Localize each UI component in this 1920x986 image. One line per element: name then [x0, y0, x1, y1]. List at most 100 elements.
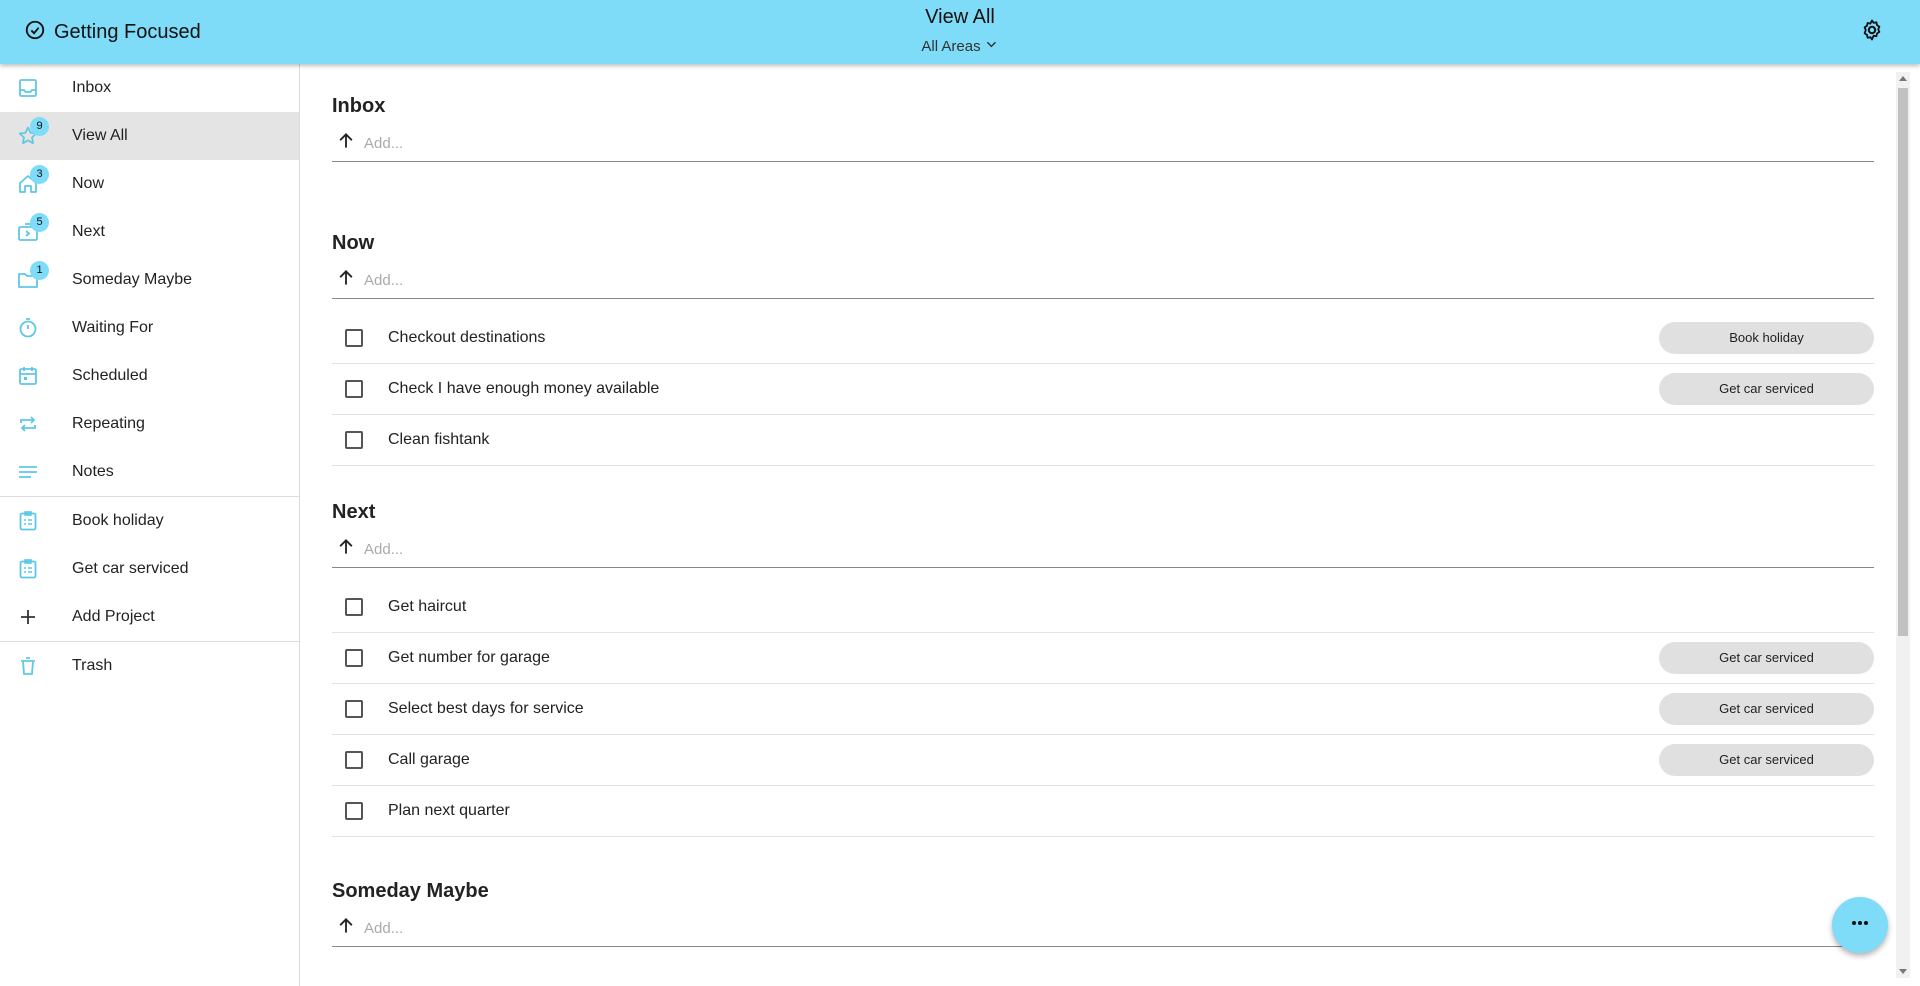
sidebar-item-now[interactable]: 3 Now — [0, 160, 299, 208]
task-label[interactable]: Call garage — [388, 751, 470, 769]
area-select[interactable]: All Areas — [921, 37, 998, 55]
task-row: Select best days for service Get car ser… — [332, 684, 1874, 735]
area-select-value: All Areas — [921, 37, 981, 55]
inbox-icon — [16, 76, 40, 100]
sidebar-item-trash[interactable]: Trash — [0, 642, 299, 690]
task-label[interactable]: Plan next quarter — [388, 802, 510, 820]
page-title: View All — [925, 6, 995, 28]
arrow-up-icon[interactable] — [332, 916, 356, 941]
scroll-down-arrow[interactable] — [1899, 969, 1907, 974]
project-chip[interactable]: Get car serviced — [1659, 642, 1874, 674]
sidebar-item-label: Get car serviced — [72, 560, 189, 577]
sidebar-item-label: Book holiday — [72, 512, 164, 529]
section-inbox: Inbox — [332, 86, 1874, 162]
task-row: Clean fishtank — [332, 415, 1874, 466]
add-task-input[interactable] — [364, 541, 1764, 558]
arrow-up-icon[interactable] — [332, 268, 356, 293]
task-checkbox[interactable] — [345, 649, 363, 667]
project-chip[interactable]: Book holiday — [1659, 322, 1874, 354]
plus-icon — [16, 605, 40, 629]
count-badge: 3 — [30, 165, 49, 184]
add-task-input[interactable] — [364, 920, 1764, 937]
sidebar-item-label: Repeating — [72, 415, 145, 432]
sidebar-item-label: Waiting For — [72, 319, 154, 336]
task-checkbox[interactable] — [345, 329, 363, 347]
add-task-row — [332, 263, 1874, 299]
add-task-row — [332, 911, 1874, 947]
sidebar-item-project-book-holiday[interactable]: Book holiday — [0, 497, 299, 545]
sidebar-item-label: Now — [72, 175, 105, 192]
sidebar-item-label: Someday Maybe — [72, 271, 193, 288]
sidebar-item-label: Trash — [72, 657, 113, 674]
section-title: Now — [332, 232, 375, 254]
notes-icon — [16, 460, 40, 484]
sidebar-item-label: Add Project — [72, 608, 155, 625]
project-chip[interactable]: Get car serviced — [1659, 744, 1874, 776]
clipboard-icon — [16, 509, 40, 533]
task-checkbox[interactable] — [345, 751, 363, 769]
task-label[interactable]: Checkout destinations — [388, 329, 545, 347]
task-label[interactable]: Select best days for service — [388, 700, 584, 718]
sidebar-item-someday-maybe[interactable]: 1 Someday Maybe — [0, 256, 299, 304]
clipboard-icon — [16, 557, 40, 581]
timer-icon — [16, 316, 40, 340]
sidebar-item-label: Next — [72, 223, 105, 240]
add-task-input[interactable] — [364, 135, 1764, 152]
scroll-up-arrow[interactable] — [1899, 76, 1907, 81]
arrow-up-icon[interactable] — [332, 131, 356, 156]
task-label[interactable]: Get haircut — [388, 598, 466, 616]
count-badge: 5 — [30, 213, 49, 232]
sidebar-item-notes[interactable]: Notes — [0, 448, 299, 496]
sidebar-item-label: View All — [72, 127, 128, 144]
task-list: Checkout destinations Book holiday Check… — [332, 313, 1874, 466]
repeat-icon — [16, 412, 40, 436]
sidebar: Inbox 9 View All 3 Now 5 Next 1 Someday … — [0, 64, 300, 986]
task-checkbox[interactable] — [345, 380, 363, 398]
task-checkbox[interactable] — [345, 802, 363, 820]
chevron-down-icon — [985, 37, 999, 55]
main-scrollbar[interactable] — [1896, 72, 1910, 978]
task-label[interactable]: Get number for garage — [388, 649, 550, 667]
scroll-thumb[interactable] — [1898, 88, 1908, 636]
add-task-row — [332, 532, 1874, 568]
more-actions-button[interactable] — [1832, 897, 1888, 953]
task-row: Check I have enough money available Get … — [332, 364, 1874, 415]
sidebar-item-scheduled[interactable]: Scheduled — [0, 352, 299, 400]
project-chip[interactable]: Get car serviced — [1659, 693, 1874, 725]
project-chip[interactable]: Get car serviced — [1659, 373, 1874, 405]
sidebar-item-label: Scheduled — [72, 367, 148, 384]
sidebar-item-waiting-for[interactable]: Waiting For — [0, 304, 299, 352]
arrow-up-icon[interactable] — [332, 537, 356, 562]
section-title: Someday Maybe — [332, 880, 489, 902]
section-someday-maybe: Someday Maybe — [332, 871, 1874, 947]
task-checkbox[interactable] — [345, 598, 363, 616]
task-row: Checkout destinations Book holiday — [332, 313, 1874, 364]
task-checkbox[interactable] — [345, 431, 363, 449]
trash-icon — [16, 654, 40, 678]
sidebar-item-repeating[interactable]: Repeating — [0, 400, 299, 448]
section-title: Next — [332, 501, 376, 523]
task-label[interactable]: Check I have enough money available — [388, 380, 659, 398]
count-badge: 9 — [30, 117, 49, 136]
sidebar-item-view-all[interactable]: 9 View All — [0, 112, 299, 160]
task-label[interactable]: Clean fishtank — [388, 431, 489, 449]
sidebar-item-project-get-car-serviced[interactable]: Get car serviced — [0, 545, 299, 593]
task-row: Plan next quarter — [332, 786, 1874, 837]
add-task-input[interactable] — [364, 272, 1764, 289]
calendar-icon — [16, 364, 40, 388]
task-list: Get haircut Get number for garage Get ca… — [332, 582, 1874, 837]
more-horizontal-icon — [1848, 911, 1872, 940]
sidebar-item-inbox[interactable]: Inbox — [0, 64, 299, 112]
add-project-button[interactable]: Add Project — [0, 593, 299, 641]
sidebar-item-label: Inbox — [72, 79, 112, 96]
section-next: Next Get haircut Get number for garage G… — [332, 492, 1874, 837]
task-checkbox[interactable] — [345, 700, 363, 718]
task-row: Call garage Get car serviced — [332, 735, 1874, 786]
sidebar-item-next[interactable]: 5 Next — [0, 208, 299, 256]
gear-icon — [1860, 19, 1884, 46]
settings-button[interactable] — [1860, 18, 1884, 47]
sidebar-item-label: Notes — [72, 463, 114, 480]
add-task-row — [332, 126, 1874, 162]
count-badge: 1 — [30, 261, 49, 280]
app-bar: Getting Focused View All All Areas — [0, 0, 1920, 64]
